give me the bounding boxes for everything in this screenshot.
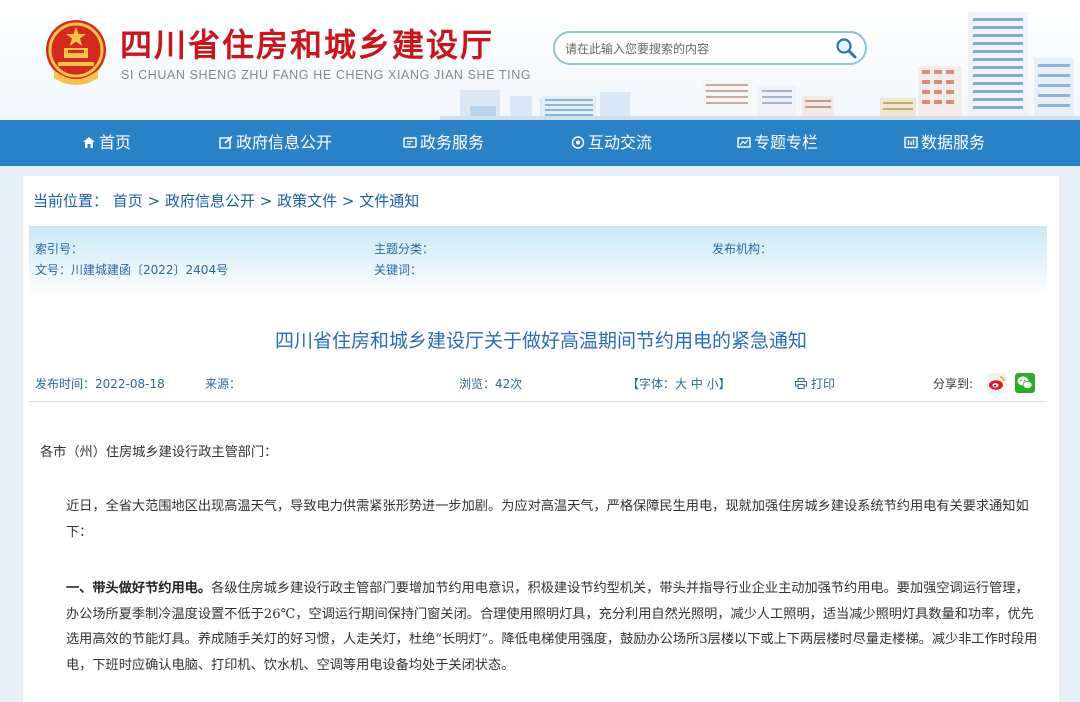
share-label: 分享到:: [933, 377, 974, 391]
print-label: 打印: [811, 377, 836, 391]
breadcrumb-prefix: 当前位置：: [33, 192, 109, 210]
edit-icon: [219, 136, 233, 149]
nav-item-label: 专题专栏: [754, 133, 819, 152]
source-label: 来源：: [205, 377, 242, 391]
breadcrumb-file-notice[interactable]: 文件通知: [359, 192, 419, 210]
breadcrumb-separator: >: [341, 192, 355, 210]
nav-item-label: 互动交流: [588, 133, 653, 152]
site-subtitle: SI CHUAN SHENG ZHU FANG HE CHENG XIANG J…: [121, 68, 532, 82]
printer-icon: [795, 378, 807, 389]
nav-item-gov-info[interactable]: 政府信息公开: [219, 120, 332, 166]
interact-icon: [571, 136, 585, 149]
search-input[interactable]: [565, 39, 835, 59]
article-info-bar: 发布时间：2022-08-18 来源： 浏览：42次 【字体：大 中 小】 打印…: [29, 372, 1047, 402]
meta-keywords: 关键词：: [374, 263, 423, 277]
nav-item-label: 政府信息公开: [236, 133, 333, 152]
meta-subject: 主题分类：: [374, 242, 435, 256]
search-icon[interactable]: [835, 37, 857, 59]
breadcrumb-policy-docs[interactable]: 政策文件: [277, 192, 337, 210]
topic-icon: [737, 137, 751, 148]
publish-time: 发布时间：2022-08-18: [35, 377, 165, 391]
weibo-icon[interactable]: [987, 373, 1007, 393]
content-panel: 当前位置： 首页 > 政府信息公开 > 政策文件 > 文件通知 索引号： 主题分…: [23, 176, 1059, 702]
paragraph-1: 近日，全省大范围地区出现高温天气，导致电力供需紧张形势进一步加剧。为应对高温天气…: [66, 499, 1029, 540]
nav-item-topics[interactable]: 专题专栏: [737, 120, 818, 166]
document-meta-box: 索引号： 主题分类： 发布机构： 文号：川建城建函〔2022〕2404号 关键词…: [29, 226, 1047, 298]
breadcrumb-home[interactable]: 首页: [113, 192, 143, 210]
data-icon: [904, 136, 918, 149]
nav-item-label: 政务服务: [420, 133, 485, 152]
meta-publisher: 发布机构：: [712, 242, 773, 256]
article-title: 四川省住房和城乡建设厅关于做好高温期间节约用电的紧急通知: [274, 330, 807, 352]
site-title: 四川省住房和城乡建设厅: [120, 26, 495, 64]
breadcrumb: 当前位置： 首页 > 政府信息公开 > 政策文件 > 文件通知: [33, 190, 419, 211]
service-icon: [403, 137, 417, 148]
salutation: 各市（州）住房城乡建设行政主管部门：: [40, 445, 278, 460]
nav-item-data-service[interactable]: 数据服务: [904, 120, 985, 166]
paragraph-2-heading: 一、带头做好节约用电。: [66, 581, 212, 596]
main-nav: 首页 政府信息公开 政务服务 互动交流 专题专栏 数据服务: [0, 120, 1080, 166]
nav-item-label: 首页: [99, 133, 132, 152]
search-box: [553, 31, 867, 65]
nav-item-gov-service[interactable]: 政务服务: [403, 120, 484, 166]
view-count: 浏览：42次: [459, 377, 523, 391]
meta-doc-number: 文号：川建城建函〔2022〕2404号: [35, 263, 229, 277]
breadcrumb-separator: >: [259, 192, 273, 210]
font-size-selector[interactable]: 【字体：大 中 小】: [627, 375, 731, 392]
breadcrumb-gov-info[interactable]: 政府信息公开: [165, 192, 255, 210]
nav-item-label: 数据服务: [921, 133, 986, 152]
national-emblem-icon: [46, 20, 106, 85]
nav-item-interaction[interactable]: 互动交流: [571, 120, 652, 166]
home-icon: [83, 137, 95, 148]
print-button[interactable]: 打印: [795, 375, 835, 392]
breadcrumb-separator: >: [147, 192, 161, 210]
nav-item-home[interactable]: 首页: [82, 120, 131, 166]
paragraph-2-text: 各级住房城乡建设行政主管部门要增加节约用电意识，积极建设节约型机关，带头并指导行…: [66, 581, 1038, 673]
site-header: 四川省住房和城乡建设厅 SI CHUAN SHENG ZHU FANG HE C…: [0, 0, 1080, 120]
paragraph-2: 一、带头做好节约用电。各级住房城乡建设行政主管部门要增加节约用电意识，积极建设节…: [40, 576, 1040, 678]
wechat-icon[interactable]: [1015, 373, 1035, 393]
meta-index: 索引号：: [35, 242, 84, 256]
